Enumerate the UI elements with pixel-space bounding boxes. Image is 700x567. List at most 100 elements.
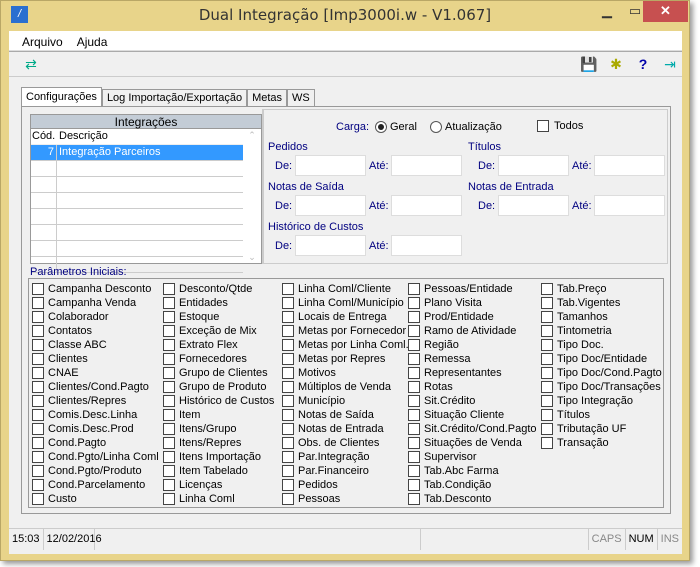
param-checkbox-item[interactable]: Colaborador	[32, 310, 159, 324]
checkbox[interactable]	[32, 325, 44, 337]
param-checkbox-item[interactable]: Remessa	[408, 352, 537, 366]
checkbox[interactable]	[32, 493, 44, 505]
checkbox[interactable]	[408, 381, 420, 393]
param-checkbox-item[interactable]: Supervisor	[408, 450, 537, 464]
param-checkbox-item[interactable]: Metas por Repres	[282, 352, 409, 366]
param-checkbox-item[interactable]: Plano Visita	[408, 296, 537, 310]
checkbox[interactable]	[408, 437, 420, 449]
param-checkbox-item[interactable]: Fornecedores	[163, 352, 274, 366]
checkbox[interactable]	[163, 493, 175, 505]
save-icon[interactable]: 💾	[579, 55, 599, 73]
checkbox[interactable]	[163, 437, 175, 449]
exit-icon[interactable]: ⇥	[660, 55, 680, 73]
checkbox[interactable]	[408, 297, 420, 309]
param-checkbox-item[interactable]: Situações de Venda	[408, 436, 537, 450]
historico-de-input[interactable]	[295, 235, 366, 256]
param-checkbox-item[interactable]: Campanha Venda	[32, 296, 159, 310]
checkbox[interactable]	[32, 423, 44, 435]
checkbox[interactable]	[408, 325, 420, 337]
checkbox[interactable]	[32, 409, 44, 421]
param-checkbox-item[interactable]: Representantes	[408, 366, 537, 380]
checkbox[interactable]	[163, 423, 175, 435]
checkbox[interactable]	[32, 339, 44, 351]
notas-saida-ate-input[interactable]	[391, 195, 462, 216]
param-checkbox-item[interactable]: Pedidos	[282, 478, 409, 492]
tab-metas[interactable]: Metas	[247, 89, 288, 106]
checkbox[interactable]	[408, 395, 420, 407]
param-checkbox-item[interactable]: Ramo de Atividade	[408, 324, 537, 338]
param-checkbox-item[interactable]: Exceção de Mix	[163, 324, 274, 338]
checkbox[interactable]	[282, 325, 294, 337]
checkbox[interactable]	[541, 311, 553, 323]
checkbox[interactable]	[32, 451, 44, 463]
checkbox[interactable]	[163, 311, 175, 323]
empty-row[interactable]	[31, 193, 243, 209]
param-checkbox-item[interactable]: Custo	[32, 492, 159, 506]
param-checkbox-item[interactable]: Múltiplos de Venda	[282, 380, 409, 394]
radio-atualizacao[interactable]	[430, 121, 442, 133]
checkbox[interactable]	[32, 437, 44, 449]
close-button[interactable]: ✕	[643, 1, 688, 22]
param-checkbox-item[interactable]: Notas de Entrada	[282, 422, 409, 436]
checkbox[interactable]	[541, 353, 553, 365]
table-row[interactable]: 7 Integração Parceiros	[31, 145, 243, 161]
notas-saida-de-input[interactable]	[295, 195, 366, 216]
param-checkbox-item[interactable]: Tamanhos	[541, 310, 662, 324]
checkbox[interactable]	[32, 465, 44, 477]
param-checkbox-item[interactable]: Classe ABC	[32, 338, 159, 352]
param-checkbox-item[interactable]: Cond.Parcelamento	[32, 478, 159, 492]
checkbox[interactable]	[32, 381, 44, 393]
param-checkbox-item[interactable]: Tipo Doc/Entidade	[541, 352, 662, 366]
param-checkbox-item[interactable]: Estoque	[163, 310, 274, 324]
checkbox[interactable]	[282, 353, 294, 365]
param-checkbox-item[interactable]: Item Tabelado	[163, 464, 274, 478]
pedidos-ate-input[interactable]	[391, 155, 462, 176]
checkbox[interactable]	[541, 409, 553, 421]
param-checkbox-item[interactable]: Região	[408, 338, 537, 352]
checkbox[interactable]	[282, 381, 294, 393]
radio-geral[interactable]	[375, 121, 387, 133]
checkbox[interactable]	[32, 479, 44, 491]
param-checkbox-item[interactable]: Motivos	[282, 366, 409, 380]
empty-row[interactable]	[31, 209, 243, 225]
param-checkbox-item[interactable]: Par.Financeiro	[282, 464, 409, 478]
param-checkbox-item[interactable]: Par.Integração	[282, 450, 409, 464]
checkbox[interactable]	[163, 367, 175, 379]
empty-row[interactable]	[31, 161, 243, 177]
checkbox[interactable]	[163, 325, 175, 337]
notas-entrada-de-input[interactable]	[498, 195, 569, 216]
checkbox[interactable]	[163, 409, 175, 421]
param-checkbox-item[interactable]: Grupo de Produto	[163, 380, 274, 394]
param-checkbox-item[interactable]: Tributação UF	[541, 422, 662, 436]
param-checkbox-item[interactable]: Cond.Pgto/Produto	[32, 464, 159, 478]
param-checkbox-item[interactable]: Itens/Repres	[163, 436, 274, 450]
notas-entrada-ate-input[interactable]	[594, 195, 665, 216]
checkbox[interactable]	[282, 395, 294, 407]
titulos-ate-input[interactable]	[594, 155, 665, 176]
param-checkbox-item[interactable]: Pessoas/Entidade	[408, 282, 537, 296]
checkbox[interactable]	[408, 353, 420, 365]
checkbox[interactable]	[408, 409, 420, 421]
grid-scrollbar[interactable]: ⌃ ⌄	[243, 130, 261, 263]
param-checkbox-item[interactable]: Tipo Integração	[541, 394, 662, 408]
checkbox[interactable]	[282, 283, 294, 295]
checkbox[interactable]	[408, 479, 420, 491]
param-checkbox-item[interactable]: Licenças	[163, 478, 274, 492]
param-checkbox-item[interactable]: Itens/Grupo	[163, 422, 274, 436]
param-checkbox-item[interactable]: Tipo Doc.	[541, 338, 662, 352]
param-checkbox-item[interactable]: Tintometria	[541, 324, 662, 338]
param-checkbox-item[interactable]: Situação Cliente	[408, 408, 537, 422]
checkbox[interactable]	[282, 311, 294, 323]
param-checkbox-item[interactable]: Extrato Flex	[163, 338, 274, 352]
checkbox[interactable]	[541, 437, 553, 449]
checkbox[interactable]	[163, 395, 175, 407]
param-checkbox-item[interactable]: Tipo Doc/Transações	[541, 380, 662, 394]
param-checkbox-item[interactable]: Grupo de Clientes	[163, 366, 274, 380]
checkbox[interactable]	[163, 465, 175, 477]
checkbox[interactable]	[163, 339, 175, 351]
param-checkbox-item[interactable]: Sit.Crédito	[408, 394, 537, 408]
checkbox[interactable]	[541, 395, 553, 407]
settings-icon[interactable]: ✱	[606, 55, 626, 73]
checkbox[interactable]	[541, 297, 553, 309]
param-checkbox-item[interactable]: Obs. de Clientes	[282, 436, 409, 450]
